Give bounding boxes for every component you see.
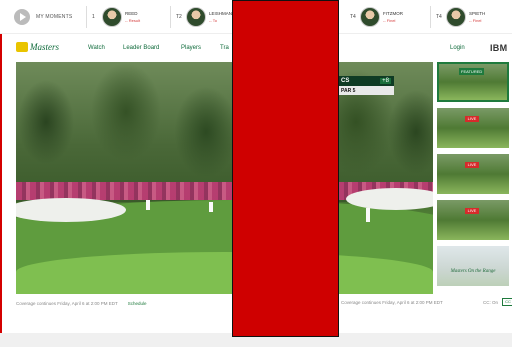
player-position: T2 <box>176 14 182 20</box>
live-badge: LIVE <box>465 162 479 168</box>
play-icon <box>14 8 30 25</box>
schedule-link[interactable]: Schedule <box>128 301 147 306</box>
nav-item-watch[interactable]: Watch <box>88 45 105 51</box>
thumb-title: Masters On the Range <box>450 269 496 274</box>
masters-map-icon <box>16 42 28 52</box>
logo-text: Masters <box>30 42 59 52</box>
channel-thumb-featured[interactable]: FEATURED <box>437 62 509 102</box>
player-position: 1 <box>92 14 95 20</box>
masters-logo[interactable]: Masters <box>16 42 59 52</box>
video-golfer <box>146 200 150 210</box>
player-score: -- To <box>209 18 217 23</box>
coverage-text-right: Coverage continues Friday, April 6 at 2:… <box>341 300 443 305</box>
player-avatar <box>186 7 206 27</box>
video-green <box>16 252 433 294</box>
coverage-text: Coverage continues Friday, April 6 at 2:… <box>16 300 118 306</box>
thumb-tag: FEATURED <box>459 68 485 75</box>
player-position: T4 <box>436 14 442 20</box>
channel-thumb[interactable]: LIVE <box>437 108 509 148</box>
my-moments-label: MY MOMENTS <box>36 13 73 20</box>
nav-item-leader-board[interactable]: Leader Board <box>123 45 159 51</box>
cc-toggle-button[interactable]: CC <box>502 298 512 306</box>
channel-thumb-on-the-range[interactable]: Masters On the Range <box>437 246 509 286</box>
ticker-divider <box>430 6 431 28</box>
live-badge: LIVE <box>465 208 479 214</box>
score-overlay: CS +8 PAR 5 <box>338 76 394 95</box>
player-score: -- Result <box>125 18 141 23</box>
nav-item-players[interactable]: Players <box>181 45 201 51</box>
player-score: -- Finel <box>383 18 396 23</box>
overlay-player-score: +8 <box>380 78 391 84</box>
player-avatar <box>102 7 122 27</box>
ticker-divider <box>86 6 87 28</box>
channel-thumbnails: FEATURED LIVE LIVE LIVE Masters On the R… <box>437 62 509 292</box>
player-name: FITZMOR <box>383 11 403 16</box>
channel-thumb[interactable]: LIVE <box>437 200 509 240</box>
ticker-player[interactable]: T4 SPIETH -- Finel <box>436 5 485 29</box>
live-badge: LIVE <box>465 116 479 122</box>
ticker-player[interactable]: 1 REED -- Result <box>92 5 140 29</box>
ticker-player[interactable]: T4 FITZMOR -- Finel <box>350 5 403 29</box>
overlay-player-name: CS <box>341 78 350 84</box>
ibm-logo[interactable]: IBM <box>490 43 507 53</box>
player-avatar <box>360 7 380 27</box>
video-golfer <box>209 202 213 212</box>
player-name: REED <box>125 11 138 16</box>
ticker-divider <box>170 6 171 28</box>
cc-label: CC: On <box>483 300 499 305</box>
red-occluding-block <box>232 0 339 337</box>
nav-item-truncated[interactable]: Tra <box>220 45 229 51</box>
overlay-hole-par: PAR 5 <box>341 87 356 94</box>
ticker-player[interactable]: T2 LEISHMAN -- To <box>176 5 232 29</box>
main-video-player[interactable]: CS +8 PAR 5 <box>16 62 433 294</box>
video-golfer <box>366 208 370 222</box>
player-position: T4 <box>350 14 356 20</box>
my-moments-button[interactable]: MY MOMENTS <box>0 8 95 25</box>
player-score: -- Finel <box>469 18 482 23</box>
player-avatar <box>446 7 466 27</box>
player-name: SPIETH <box>469 11 486 16</box>
player-name: LEISHMAN <box>209 11 233 16</box>
login-link[interactable]: Login <box>450 45 465 51</box>
channel-thumb[interactable]: LIVE <box>437 154 509 194</box>
